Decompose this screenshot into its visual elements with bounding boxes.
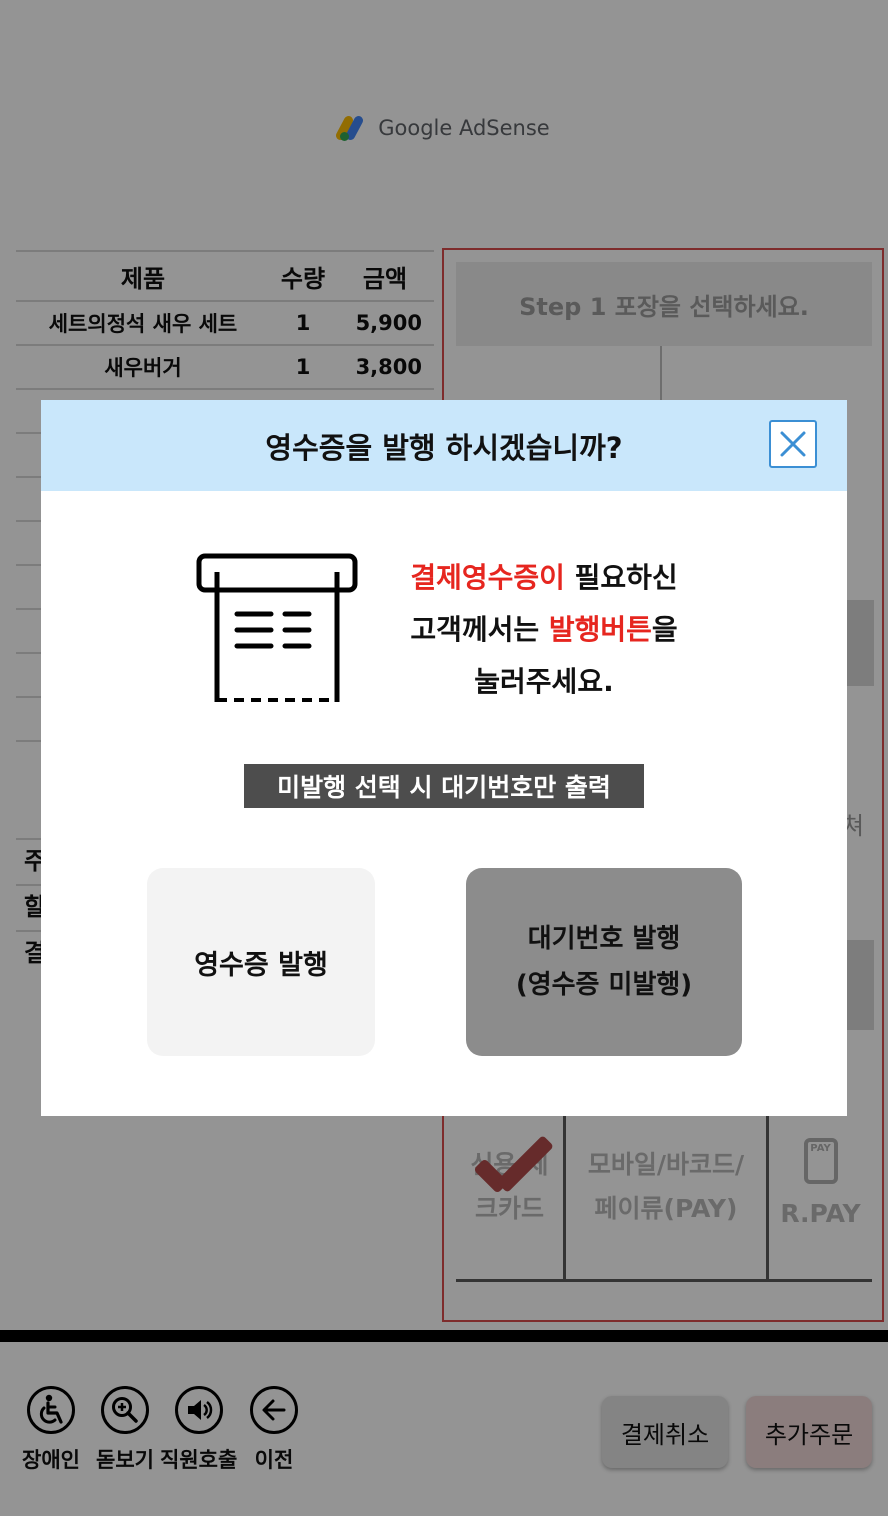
message-line: 고객께서는 발행버튼을 — [387, 604, 701, 656]
message-highlight: 결제영수증이 — [410, 561, 565, 594]
close-button[interactable] — [769, 420, 817, 468]
message-text: 고객께서는 — [410, 613, 549, 646]
close-icon — [780, 431, 806, 457]
message-text: 을 — [651, 613, 678, 646]
waiting-number-sublabel: (영수증 미발행) — [515, 970, 693, 1000]
dialog-title: 영수증을 발행 하시겠습니까? — [265, 430, 623, 465]
message-line: 눌러주세요. — [474, 665, 614, 698]
dialog-header: 영수증을 발행 하시겠습니까? — [41, 400, 847, 491]
issue-receipt-label: 영수증 발행 — [194, 949, 328, 981]
dialog-message: 결제영수증이 필요하신 고객께서는 발행버튼을 눌러주세요. — [387, 552, 701, 708]
message-highlight: 발행버튼 — [548, 613, 652, 646]
waiting-number-label: 대기번호 발행 — [527, 924, 681, 954]
receipt-icon — [196, 553, 358, 702]
receipt-dialog: 영수증을 발행 하시겠습니까? 결제영수증이 필요하신 고객께서는 발행버튼을 … — [41, 400, 847, 1116]
notice-banner: 미발행 선택 시 대기번호만 출력 — [244, 764, 644, 808]
message-text: 필요하신 — [564, 561, 678, 594]
message-line: 결제영수증이 필요하신 — [387, 552, 701, 604]
issue-receipt-button[interactable]: 영수증 발행 — [147, 868, 375, 1056]
waiting-number-button[interactable]: 대기번호 발행 (영수증 미발행) — [466, 868, 742, 1056]
